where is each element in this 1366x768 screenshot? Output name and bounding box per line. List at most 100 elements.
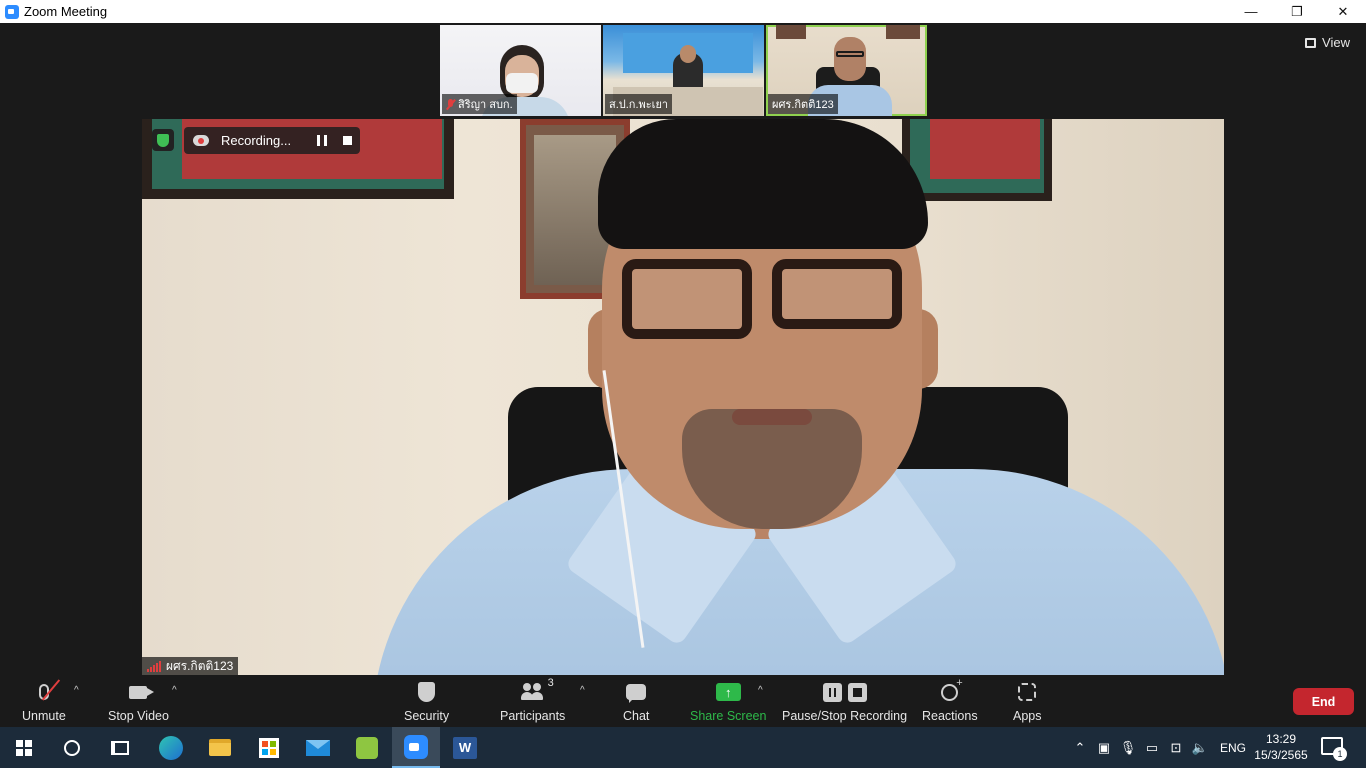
pause-bars	[828, 687, 836, 697]
participants-icon-wrap: 3	[520, 677, 554, 705]
speaker-glasses	[772, 259, 902, 329]
task-view-button[interactable]	[96, 727, 144, 768]
zoom-app-icon	[5, 4, 19, 19]
close-button[interactable]: ✕	[1320, 0, 1366, 23]
taskbar-zoom[interactable]	[392, 727, 440, 768]
participant-thumbnail[interactable]: ส.ป.ก.พะเยา	[603, 25, 764, 116]
participant-thumbnail[interactable]: สิริญา สบก.	[440, 25, 601, 116]
zoom-icon	[404, 734, 428, 759]
taskbar-store[interactable]	[245, 727, 293, 768]
pause-icon	[822, 682, 842, 702]
participants-options-caret-icon[interactable]: ^	[580, 685, 585, 696]
participant-face	[680, 45, 696, 63]
folder-icon	[209, 739, 231, 756]
share-icon-wrap: ↑	[715, 679, 741, 705]
participant-thumbnail-active-speaker[interactable]: ผศร.กิตติ123	[766, 25, 927, 116]
taskbar-word[interactable]: W	[441, 727, 489, 768]
stop-square	[852, 687, 862, 697]
end-meeting-button[interactable]: End	[1293, 688, 1354, 715]
word-icon: W	[453, 736, 477, 759]
stop-recording-icon[interactable]	[343, 136, 352, 145]
share-arrow-icon: ↑	[715, 683, 741, 701]
taskbar-green-app[interactable]	[343, 727, 391, 768]
search-button[interactable]	[48, 727, 96, 768]
video-icon-wrap	[129, 679, 155, 705]
participants-button[interactable]: 3 Participants	[500, 677, 566, 723]
apps-icon-wrap	[1018, 679, 1037, 705]
mail-icon	[306, 739, 330, 756]
taskbar-edge[interactable]	[147, 727, 195, 768]
windows-taskbar: W ⌃ ▣ 🎙 ▭ ⊡ 🔈 ENG 13:29 15/3/2565 1	[0, 727, 1366, 768]
participant-name-tag: ผศร.กิตติ123	[768, 94, 838, 114]
shield-icon	[418, 682, 436, 702]
share-screen-label: Share Screen	[690, 709, 767, 723]
system-clock[interactable]: 13:29 15/3/2565	[1254, 731, 1308, 763]
speaker-hair	[598, 119, 928, 249]
apps-icon	[1018, 683, 1037, 701]
participant-name: ผศร.กิตติ123	[772, 99, 834, 111]
recording-icons-wrap	[820, 679, 870, 705]
search-circle-icon	[64, 739, 80, 756]
recording-indicator: Recording...	[184, 127, 360, 154]
speaker-mouth	[732, 409, 812, 425]
reactions-button[interactable]: Reactions	[922, 677, 978, 724]
participant-name-tag: ส.ป.ก.พะเยา	[605, 94, 673, 114]
wall-frame	[902, 119, 1052, 201]
start-button[interactable]	[0, 727, 48, 768]
taskbar-file-explorer[interactable]	[196, 727, 244, 768]
chat-bubble-icon	[626, 684, 647, 703]
stop-video-label: Stop Video	[108, 709, 169, 723]
minimize-button[interactable]: —	[1228, 0, 1274, 23]
recording-label: Recording...	[221, 133, 292, 148]
green-app-icon	[356, 736, 378, 759]
unmute-button[interactable]: Unmute	[22, 679, 66, 723]
meet-now-icon[interactable]: ▣	[1092, 740, 1116, 756]
encryption-shield-icon[interactable]	[152, 129, 174, 151]
volume-icon[interactable]: 🔈	[1188, 740, 1212, 756]
pause-recording-icon[interactable]	[317, 135, 327, 146]
view-button[interactable]: View	[1305, 35, 1350, 50]
chat-icon-wrap	[626, 679, 647, 705]
smile-add-icon	[941, 677, 963, 701]
restore-button[interactable]: ❐	[1274, 0, 1320, 23]
chat-button[interactable]: Chat	[623, 679, 649, 723]
video-options-caret-icon[interactable]: ^	[172, 685, 177, 696]
speaker-glasses	[622, 259, 752, 339]
participant-name: สิริญา สบก.	[458, 99, 513, 111]
reactions-icon-wrap	[941, 677, 963, 705]
share-options-caret-icon[interactable]: ^	[758, 685, 763, 696]
speaker-name: ผศร.กิตติ123	[166, 658, 234, 673]
microphone-icon[interactable]: 🎙	[1116, 740, 1140, 756]
apps-label: Apps	[1013, 709, 1042, 723]
windows-logo-icon	[16, 739, 32, 756]
meeting-area: View สิริญา สบก. ส.ป.ก.พะเยา ผศร.กิตติ12…	[0, 23, 1366, 675]
share-screen-button[interactable]: ↑ Share Screen	[690, 679, 766, 723]
window-title: Zoom Meeting	[24, 4, 108, 19]
signal-strength-icon	[147, 660, 161, 672]
stop-video-button[interactable]: Stop Video	[108, 679, 169, 723]
battery-icon[interactable]: ▭	[1140, 740, 1164, 756]
participants-count: 3	[547, 677, 554, 689]
taskbar-mail[interactable]	[294, 727, 342, 768]
unmute-label: Unmute	[22, 709, 66, 723]
network-icon[interactable]: ⊡	[1164, 740, 1188, 756]
apps-button[interactable]: Apps	[1013, 679, 1042, 723]
security-button[interactable]: Security	[404, 679, 449, 723]
frame-art	[930, 119, 1040, 179]
thumbnail-strip: สิริญา สบก. ส.ป.ก.พะเยา ผศร.กิตติ123	[440, 25, 927, 116]
pause-stop-recording-button[interactable]: Pause/Stop Recording	[782, 679, 907, 723]
cloud-record-icon	[193, 135, 209, 146]
audio-options-caret-icon[interactable]: ^	[74, 685, 79, 696]
system-tray: ⌃ ▣ 🎙 ▭ ⊡ 🔈 ENG	[1068, 727, 1246, 768]
main-speaker-video[interactable]: Recording... ผศร.กิตติ123	[142, 119, 1224, 675]
clock-time: 13:29	[1265, 732, 1297, 746]
wall-frame	[886, 25, 920, 39]
input-language[interactable]: ENG	[1220, 741, 1246, 755]
clock-date: 15/3/2565	[1254, 748, 1308, 762]
participants-label: Participants	[500, 709, 566, 723]
participant-name-tag: สิริญา สบก.	[442, 94, 517, 114]
video-camera-icon	[129, 685, 155, 699]
window-controls: — ❐ ✕	[1228, 0, 1366, 23]
show-hidden-icons-chevron-icon[interactable]: ⌃	[1068, 740, 1092, 756]
participant-glasses	[836, 51, 864, 57]
